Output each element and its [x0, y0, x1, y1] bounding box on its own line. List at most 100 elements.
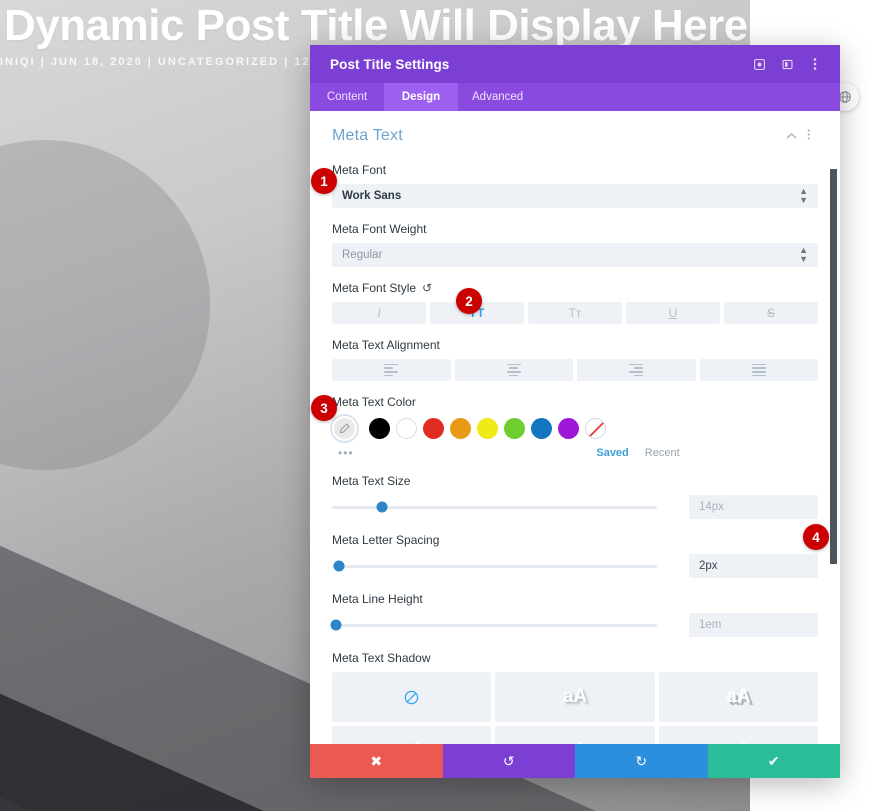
field-meta-font: Meta Font Work Sans ▲▼ [332, 163, 818, 208]
meta-text-size-input[interactable]: 14px [689, 495, 818, 519]
slider-knob[interactable] [334, 561, 345, 572]
label-meta-font-style: Meta Font Style ↺ [332, 281, 818, 295]
field-meta-text-shadow: Meta Text Shadow aA aA aA aA aA [332, 651, 818, 744]
meta-letter-spacing-slider[interactable] [332, 558, 689, 574]
modal-tabs: Content Design Advanced [310, 83, 840, 111]
eyedropper-icon[interactable] [332, 416, 357, 441]
cancel-button[interactable]: ✖ [310, 744, 443, 778]
chevron-updown-icon: ▲▼ [799, 187, 808, 205]
callout-badge-3: 3 [311, 395, 337, 421]
chevron-updown-icon: ▲▼ [799, 246, 808, 264]
modal-header: Post Title Settings [310, 45, 840, 83]
label-meta-font: Meta Font [332, 163, 818, 177]
smallcaps-icon: Tᴛ [569, 306, 582, 320]
label-meta-font-weight: Meta Font Weight [332, 222, 818, 236]
field-meta-text-alignment: Meta Text Alignment [332, 338, 818, 381]
redo-button[interactable]: ↻ [575, 744, 708, 778]
meta-text-section-header: Meta Text [332, 127, 818, 145]
section-title: Meta Text [332, 127, 782, 145]
color-swatch-row [332, 416, 818, 441]
scrollbar-thumb[interactable] [830, 169, 837, 564]
swatch-transparent[interactable] [585, 418, 606, 439]
label-meta-text-color: Meta Text Color [332, 395, 818, 409]
focus-target-icon[interactable] [746, 51, 772, 77]
field-meta-line-height: Meta Line Height 1em [332, 592, 818, 637]
swatch-purple[interactable] [558, 418, 579, 439]
modal-scrollbar[interactable] [830, 111, 837, 744]
swatch-green[interactable] [504, 418, 525, 439]
align-right-button[interactable] [577, 359, 696, 381]
tab-content[interactable]: Content [310, 83, 384, 111]
label-text: Meta Font Style [332, 281, 416, 295]
align-center-icon [507, 364, 521, 376]
label-meta-text-alignment: Meta Text Alignment [332, 338, 818, 352]
meta-line-height-slider[interactable] [332, 617, 689, 633]
align-center-button[interactable] [455, 359, 574, 381]
modal-footer: ✖ ↺ ↻ ✔ [310, 744, 840, 778]
layout-split-icon[interactable] [774, 51, 800, 77]
font-style-smallcaps-button[interactable]: Tᴛ [528, 302, 622, 324]
tab-saved-colors[interactable]: Saved [596, 447, 628, 459]
swatch-orange[interactable] [450, 418, 471, 439]
reset-icon[interactable]: ↺ [422, 281, 432, 295]
align-justify-button[interactable] [700, 359, 819, 381]
slider-track [332, 624, 657, 627]
meta-line-height-input[interactable]: 1em [689, 613, 818, 637]
font-style-strikethrough-button[interactable]: S [724, 302, 818, 324]
text-shadow-grid: aA aA aA aA aA [332, 672, 818, 744]
field-meta-text-color: Meta Text Color [332, 395, 818, 460]
section-more-vertical-icon[interactable] [800, 128, 818, 144]
post-title-settings-modal: Post Title Settings Content Design Advan… [310, 45, 840, 778]
shadow-down-left-button[interactable]: aA [332, 726, 491, 744]
shadow-soft-down-right-button[interactable]: aA [495, 672, 654, 722]
slider-knob[interactable] [376, 502, 387, 513]
color-source-tabs: Saved Recent [458, 447, 818, 459]
shadow-double-button[interactable]: aA [659, 726, 818, 744]
callout-badge-1: 1 [311, 168, 337, 194]
color-more-dots[interactable]: ••• [338, 446, 458, 460]
slider-knob[interactable] [330, 620, 341, 631]
meta-letter-spacing-input[interactable]: 2px [689, 554, 818, 578]
swatch-black[interactable] [369, 418, 390, 439]
tab-recent-colors[interactable]: Recent [645, 447, 680, 459]
text-alignment-button-row [332, 359, 818, 381]
swatch-yellow[interactable] [477, 418, 498, 439]
strikethrough-icon: S [767, 306, 775, 320]
swatch-white[interactable] [396, 418, 417, 439]
shadow-none-button[interactable] [332, 672, 491, 722]
swatch-blue[interactable] [531, 418, 552, 439]
meta-font-weight-value: Regular [342, 249, 799, 261]
save-button[interactable]: ✔ [708, 744, 841, 778]
label-meta-line-height: Meta Line Height [332, 592, 818, 606]
field-meta-font-style: Meta Font Style ↺ I TT Tᴛ U [332, 281, 818, 324]
tab-design[interactable]: Design [384, 83, 458, 111]
meta-font-value: Work Sans [342, 190, 799, 202]
field-meta-text-size: Meta Text Size 14px [332, 474, 818, 519]
meta-line-height-row: 1em [332, 613, 818, 637]
color-subrow: ••• Saved Recent [332, 446, 818, 460]
label-meta-text-size: Meta Text Size [332, 474, 818, 488]
underline-icon: U [669, 306, 678, 320]
field-meta-letter-spacing: Meta Letter Spacing 2px [332, 533, 818, 578]
meta-text-size-row: 14px [332, 495, 818, 519]
label-meta-text-shadow: Meta Text Shadow [332, 651, 818, 665]
align-left-icon [384, 364, 398, 376]
shadow-hard-down-right-button[interactable]: aA [659, 672, 818, 722]
meta-font-weight-select[interactable]: Regular ▲▼ [332, 243, 818, 267]
align-left-button[interactable] [332, 359, 451, 381]
font-style-underline-button[interactable]: U [626, 302, 720, 324]
shadow-down-button[interactable]: aA [495, 726, 654, 744]
font-style-button-row: I TT Tᴛ U S [332, 302, 818, 324]
font-style-italic-button[interactable]: I [332, 302, 426, 324]
decorative-circle [0, 140, 210, 470]
meta-font-select[interactable]: Work Sans ▲▼ [332, 184, 818, 208]
swatch-red[interactable] [423, 418, 444, 439]
meta-letter-spacing-row: 2px [332, 554, 818, 578]
label-meta-letter-spacing: Meta Letter Spacing [332, 533, 818, 547]
more-vertical-icon[interactable] [802, 51, 828, 77]
tab-advanced[interactable]: Advanced [458, 83, 537, 111]
undo-button[interactable]: ↺ [443, 744, 576, 778]
callout-badge-2: 2 [456, 288, 482, 314]
chevron-up-icon[interactable] [782, 129, 800, 143]
meta-text-size-slider[interactable] [332, 499, 689, 515]
